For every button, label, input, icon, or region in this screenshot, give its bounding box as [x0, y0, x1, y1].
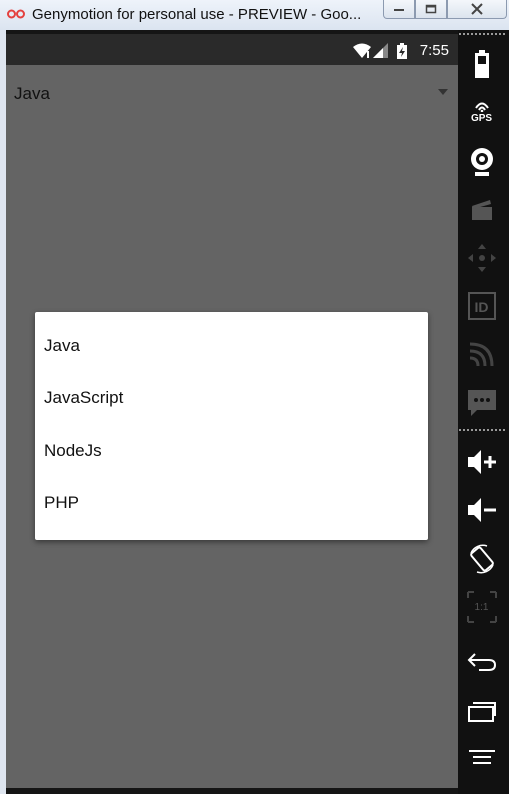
sms-icon — [467, 390, 496, 416]
volume-up-icon — [467, 450, 496, 474]
camera-button[interactable] — [458, 147, 505, 177]
minimize-button[interactable] — [383, 0, 415, 19]
spinner-selected-value: Java — [14, 84, 50, 103]
device-bezel-bottom — [6, 788, 458, 794]
option-label: JavaScript — [44, 388, 124, 407]
recent-apps-button[interactable] — [458, 701, 505, 723]
option-label: NodeJs — [44, 441, 102, 460]
genymotion-logo-icon — [7, 9, 25, 19]
volume-down-icon — [467, 498, 496, 522]
sms-button[interactable] — [458, 389, 505, 417]
status-bar: 7:55 — [6, 34, 458, 65]
battery-charging-icon — [397, 43, 407, 59]
cast-icon — [469, 342, 493, 367]
minimize-icon — [394, 9, 404, 11]
window-title: Genymotion for personal use - PREVIEW - … — [32, 6, 362, 23]
menu-button[interactable] — [458, 749, 505, 765]
back-button[interactable] — [458, 652, 505, 672]
gps-label: GPS — [470, 113, 493, 124]
gps-button[interactable]: GPS — [458, 100, 505, 124]
option-label: Java — [44, 336, 80, 355]
language-spinner[interactable]: Java — [6, 65, 458, 121]
clapperboard-icon — [471, 200, 492, 220]
spinner-dropdown-dialog: Java JavaScript NodeJs PHP — [35, 312, 428, 540]
cell-signal-icon — [373, 43, 388, 58]
volume-down-button[interactable] — [458, 497, 505, 523]
battery-icon — [474, 50, 489, 78]
option-label: PHP — [44, 493, 79, 512]
menu-icon — [468, 750, 495, 764]
option-java[interactable]: Java — [35, 321, 428, 373]
identifiers-button[interactable]: ID — [458, 292, 505, 320]
pixel-perfect-button[interactable]: 1:1 — [458, 590, 505, 624]
capture-button[interactable] — [458, 197, 505, 221]
rotate-button[interactable] — [458, 543, 505, 575]
volume-up-button[interactable] — [458, 449, 505, 475]
gps-icon — [474, 102, 489, 112]
cast-button[interactable] — [458, 340, 505, 368]
window-titlebar: Genymotion for personal use - PREVIEW - … — [0, 0, 509, 30]
battery-button[interactable] — [458, 50, 505, 78]
id-label: ID — [474, 299, 489, 315]
close-icon — [471, 3, 483, 15]
close-button[interactable] — [447, 0, 507, 19]
dpad-button[interactable] — [458, 243, 505, 273]
status-time: 7:55 — [419, 42, 449, 59]
option-nodejs[interactable]: NodeJs — [35, 426, 428, 478]
pixel-perfect-label: 1:1 — [474, 602, 489, 613]
maximize-button[interactable] — [415, 0, 447, 19]
recent-apps-icon — [467, 702, 496, 722]
device-screen: 7:55 Java Java JavaScript NodeJs PHP — [6, 34, 458, 788]
webcam-icon — [470, 148, 493, 176]
option-php[interactable]: PHP — [35, 478, 428, 530]
rotate-icon — [469, 544, 494, 574]
back-icon — [467, 653, 496, 671]
emulator-sidebar: GPS ID 1:1 — [458, 30, 509, 794]
dpad-icon — [467, 244, 496, 272]
option-javascript[interactable]: JavaScript — [35, 373, 428, 425]
maximize-icon — [425, 4, 437, 14]
dropdown-arrow-icon — [438, 89, 448, 95]
wifi-icon — [353, 43, 371, 58]
sidebar-divider — [459, 429, 505, 431]
sidebar-divider — [459, 33, 505, 35]
